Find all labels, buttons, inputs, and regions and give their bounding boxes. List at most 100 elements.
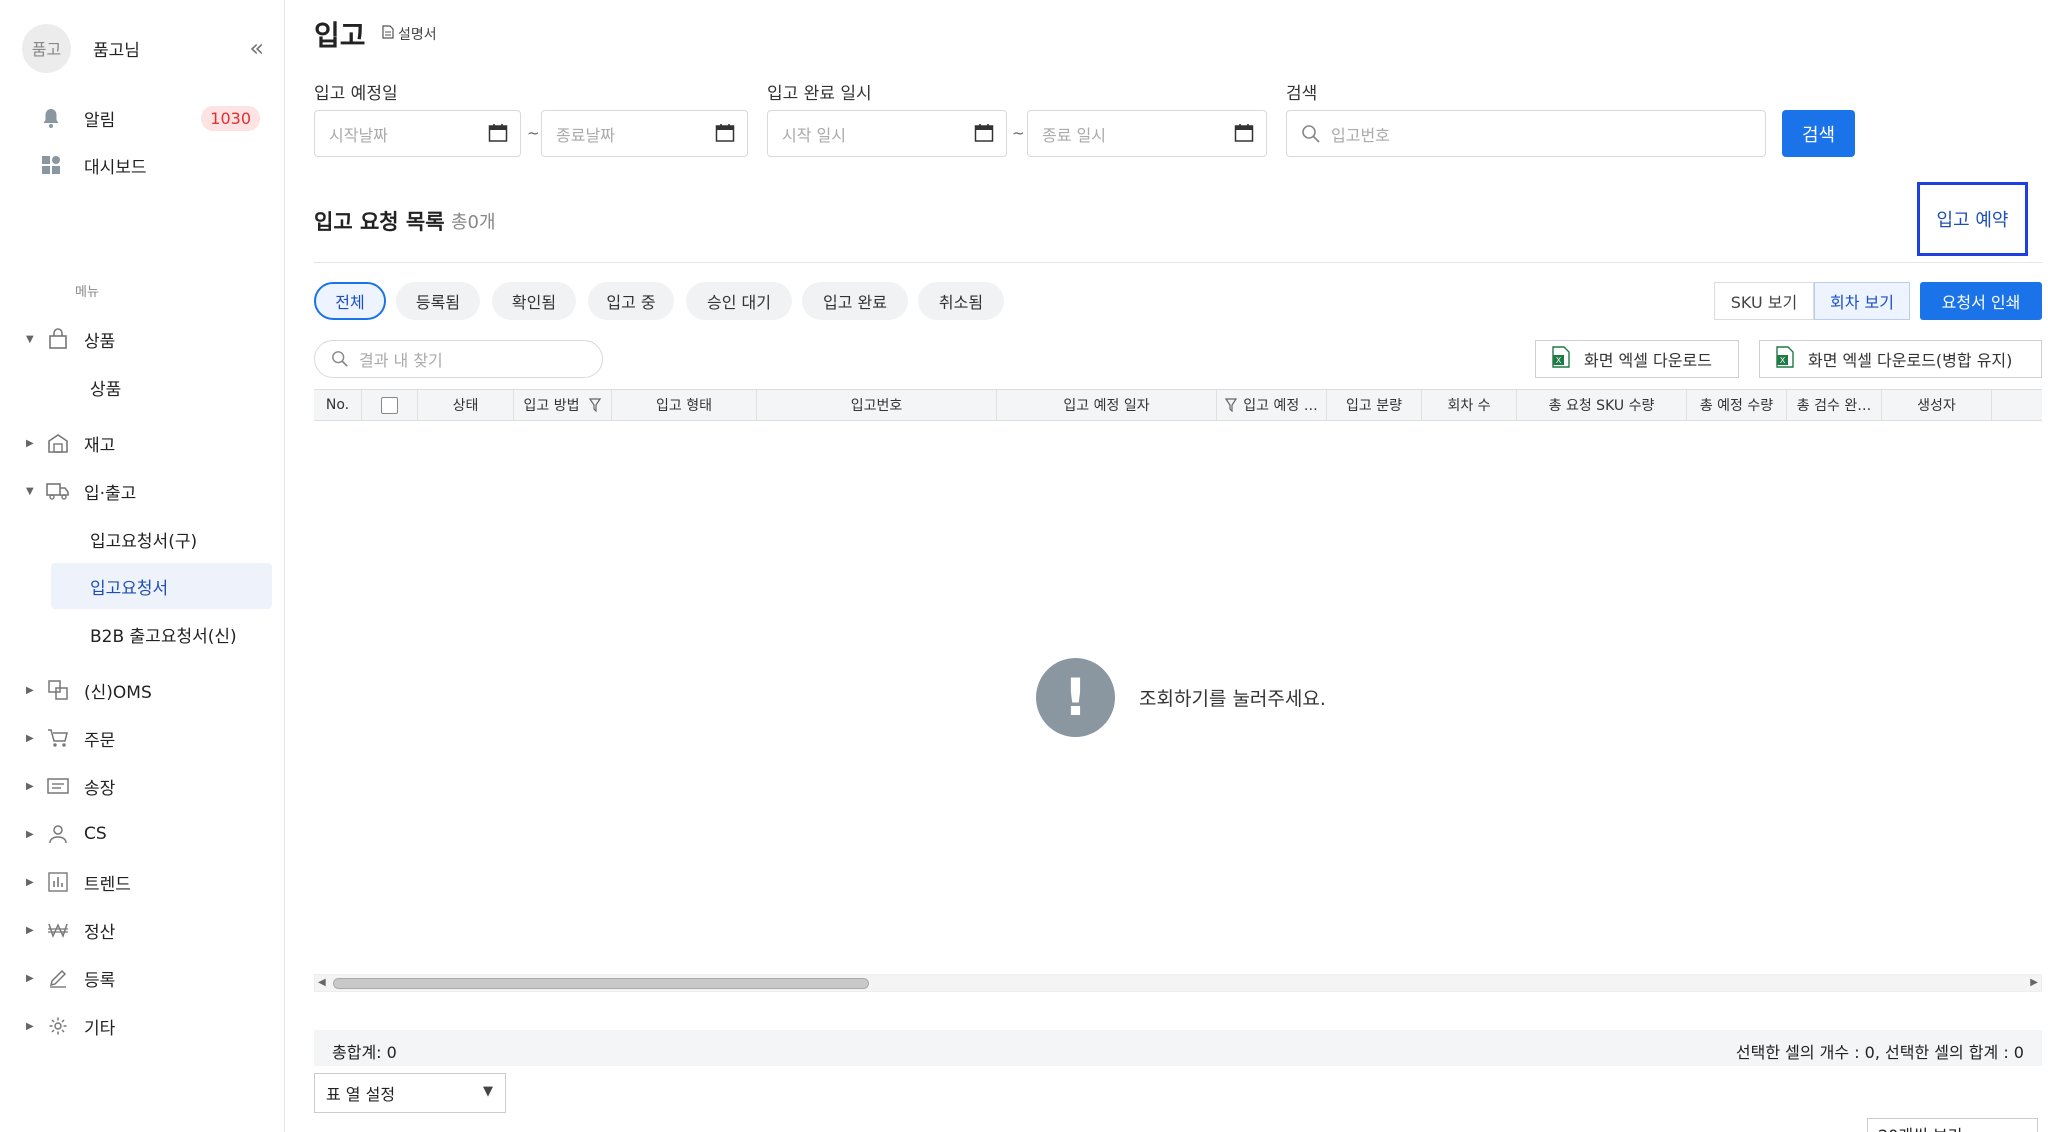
- sidebar-item-inout[interactable]: ▼ 입·출고: [26, 474, 271, 508]
- sidebar-item-cs[interactable]: ▶ CS: [26, 817, 271, 851]
- sidebar-subitem-b2b-outbound-request[interactable]: B2B 출고요청서(신): [51, 611, 272, 657]
- input-placeholder: 시작 일시: [782, 125, 846, 145]
- expected-start-date-input[interactable]: 시작날짜: [314, 110, 521, 157]
- selection-summary: 선택한 셀의 개수 : 0, 선택한 셀의 합계 : 0: [1735, 1043, 2024, 1062]
- column-header-inbound-number[interactable]: 입고번호: [757, 390, 997, 420]
- sidebar-item-label: 재고: [84, 435, 116, 456]
- search-button[interactable]: 검색: [1782, 110, 1855, 157]
- excel-download-merge-label: 화면 엑셀 다운로드(병합 유지): [1808, 351, 2013, 370]
- sidebar-item-register[interactable]: ▶ 등록: [26, 961, 271, 995]
- column-settings-select[interactable]: 표 열 설정 ▼: [314, 1073, 506, 1113]
- expected-end-date-input[interactable]: 종료날짜: [541, 110, 748, 157]
- column-header-creator[interactable]: 생성자: [1882, 390, 1992, 420]
- find-in-results-input[interactable]: 결과 내 찾기: [314, 340, 603, 378]
- chip-registered[interactable]: 등록됨: [396, 282, 480, 320]
- chevron-down-icon: ▼: [483, 1084, 493, 1099]
- empty-message: 조회하기를 눌러주세요.: [1139, 688, 1326, 710]
- column-header-total-inspected[interactable]: 총 검수 완…: [1787, 390, 1882, 420]
- sidebar-item-alerts[interactable]: 알림 1030: [40, 103, 270, 133]
- filter-icon[interactable]: [1225, 398, 1238, 412]
- excel-download-label: 화면 엑셀 다운로드: [1584, 351, 1712, 370]
- sidebar: 품고 품고님 « 알림 1030 대시보드 메뉴 ▼ 상품 상품 ▶ 재고 ▼ …: [0, 0, 285, 1132]
- column-header-quantity[interactable]: 입고 분량: [1327, 390, 1422, 420]
- calendar-icon[interactable]: [974, 123, 994, 147]
- calendar-icon[interactable]: [1234, 123, 1254, 147]
- user-profile[interactable]: 품고 품고님 «: [22, 22, 272, 74]
- excel-download-merge-button[interactable]: X 화면 엑셀 다운로드(병합 유지): [1759, 340, 2042, 378]
- sidebar-item-orders[interactable]: ▶ 주문: [26, 721, 271, 755]
- column-header-expected-date[interactable]: 입고 예정 일자: [997, 390, 1217, 420]
- sidebar-subitem-inbound-request-old[interactable]: 입고요청서(구): [51, 516, 272, 562]
- column-header-expected-more[interactable]: 입고 예정 …: [1217, 390, 1327, 420]
- alerts-count-badge: 1030: [201, 105, 260, 131]
- sidebar-item-etc[interactable]: ▶ 기타: [26, 1009, 271, 1043]
- search-input[interactable]: 입고번호: [1286, 110, 1766, 157]
- sidebar-item-products[interactable]: ▼ 상품: [26, 322, 271, 356]
- column-header-select[interactable]: [362, 390, 418, 420]
- chip-inbound-progress[interactable]: 입고 중: [588, 282, 674, 320]
- chip-all[interactable]: 전체: [314, 282, 386, 320]
- caret-right-icon: ▶: [26, 876, 34, 888]
- sku-view-toggle[interactable]: SKU 보기: [1714, 282, 1814, 320]
- select-all-checkbox[interactable]: [381, 396, 398, 414]
- chip-cancelled[interactable]: 취소됨: [918, 282, 1004, 320]
- column-header-no[interactable]: No.: [314, 390, 362, 420]
- scroll-left-icon[interactable]: ◀: [318, 977, 326, 988]
- chip-inbound-complete[interactable]: 입고 완료: [802, 282, 908, 320]
- page-size-select[interactable]: 20개씩 보기: [1867, 1118, 2038, 1132]
- caret-right-icon: ▶: [26, 684, 34, 696]
- search-icon: [331, 350, 349, 368]
- cart-icon: [46, 726, 70, 750]
- range-separator: ~: [1012, 124, 1025, 142]
- sidebar-subitem-inbound-request[interactable]: 입고요청서: [51, 563, 272, 609]
- scroll-right-icon[interactable]: ▶: [2030, 977, 2038, 988]
- completed-start-input[interactable]: 시작 일시: [767, 110, 1007, 157]
- sidebar-item-label: 주문: [84, 730, 116, 751]
- manual-link[interactable]: 설명서: [382, 24, 437, 44]
- sidebar-item-label: 등록: [84, 970, 116, 991]
- sidebar-item-settlement[interactable]: ▶ 정산: [26, 913, 271, 947]
- print-request-button[interactable]: 요청서 인쇄: [1920, 282, 2042, 320]
- column-header-type[interactable]: 입고 형태: [612, 390, 757, 420]
- scrollbar-thumb[interactable]: [333, 978, 869, 989]
- bag-icon: [46, 327, 70, 351]
- filter-icon[interactable]: [589, 398, 602, 412]
- calendar-icon[interactable]: [488, 123, 508, 147]
- column-header-status[interactable]: 상태: [418, 390, 514, 420]
- sidebar-subitem-products[interactable]: 상품: [51, 364, 272, 410]
- sidebar-item-label: 송장: [84, 778, 116, 799]
- round-view-toggle[interactable]: 회차 보기: [1814, 282, 1910, 320]
- input-placeholder: 시작날짜: [329, 125, 388, 145]
- excel-download-button[interactable]: X 화면 엑셀 다운로드: [1535, 340, 1739, 378]
- chip-awaiting-approval[interactable]: 승인 대기: [686, 282, 792, 320]
- list-title: 입고 요청 목록: [314, 210, 445, 234]
- excel-icon: X: [1552, 346, 1570, 372]
- column-header-total-expected[interactable]: 총 예정 수량: [1687, 390, 1787, 420]
- search-icon: [1301, 124, 1321, 144]
- manual-label: 설명서: [398, 27, 437, 43]
- sidebar-item-oms[interactable]: ▶ (신)OMS: [26, 673, 271, 707]
- table-footer: 총합계: 0 선택한 셀의 개수 : 0, 선택한 셀의 합계 : 0: [314, 1030, 2042, 1066]
- collapse-sidebar-icon[interactable]: «: [249, 34, 264, 62]
- sidebar-item-dashboard[interactable]: 대시보드: [40, 150, 270, 180]
- caret-right-icon: ▶: [26, 924, 34, 936]
- column-header-total-sku[interactable]: 총 요청 SKU 수량: [1517, 390, 1687, 420]
- won-icon: [46, 918, 70, 942]
- column-header-method[interactable]: 입고 방법: [514, 390, 612, 420]
- sidebar-item-label: 입·출고: [84, 483, 137, 504]
- column-header-rounds[interactable]: 회차 수: [1422, 390, 1517, 420]
- chip-confirmed[interactable]: 확인됨: [492, 282, 576, 320]
- inbound-reserve-button[interactable]: 입고 예약: [1917, 182, 2028, 256]
- sidebar-item-trend[interactable]: ▶ 트렌드: [26, 865, 271, 899]
- divider: [314, 262, 2042, 263]
- sidebar-item-label: 트렌드: [84, 874, 131, 895]
- completed-end-input[interactable]: 종료 일시: [1027, 110, 1267, 157]
- document-icon: [382, 25, 394, 43]
- sidebar-item-inventory[interactable]: ▶ 재고: [26, 426, 271, 460]
- horizontal-scrollbar[interactable]: ◀ ▶: [314, 974, 2042, 992]
- column-settings-label: 표 열 설정: [326, 1085, 396, 1104]
- search-label: 검색: [1286, 84, 1318, 104]
- calendar-icon[interactable]: [715, 123, 735, 147]
- caret-down-icon: ▼: [26, 485, 34, 497]
- sidebar-item-invoice[interactable]: ▶ 송장: [26, 769, 271, 803]
